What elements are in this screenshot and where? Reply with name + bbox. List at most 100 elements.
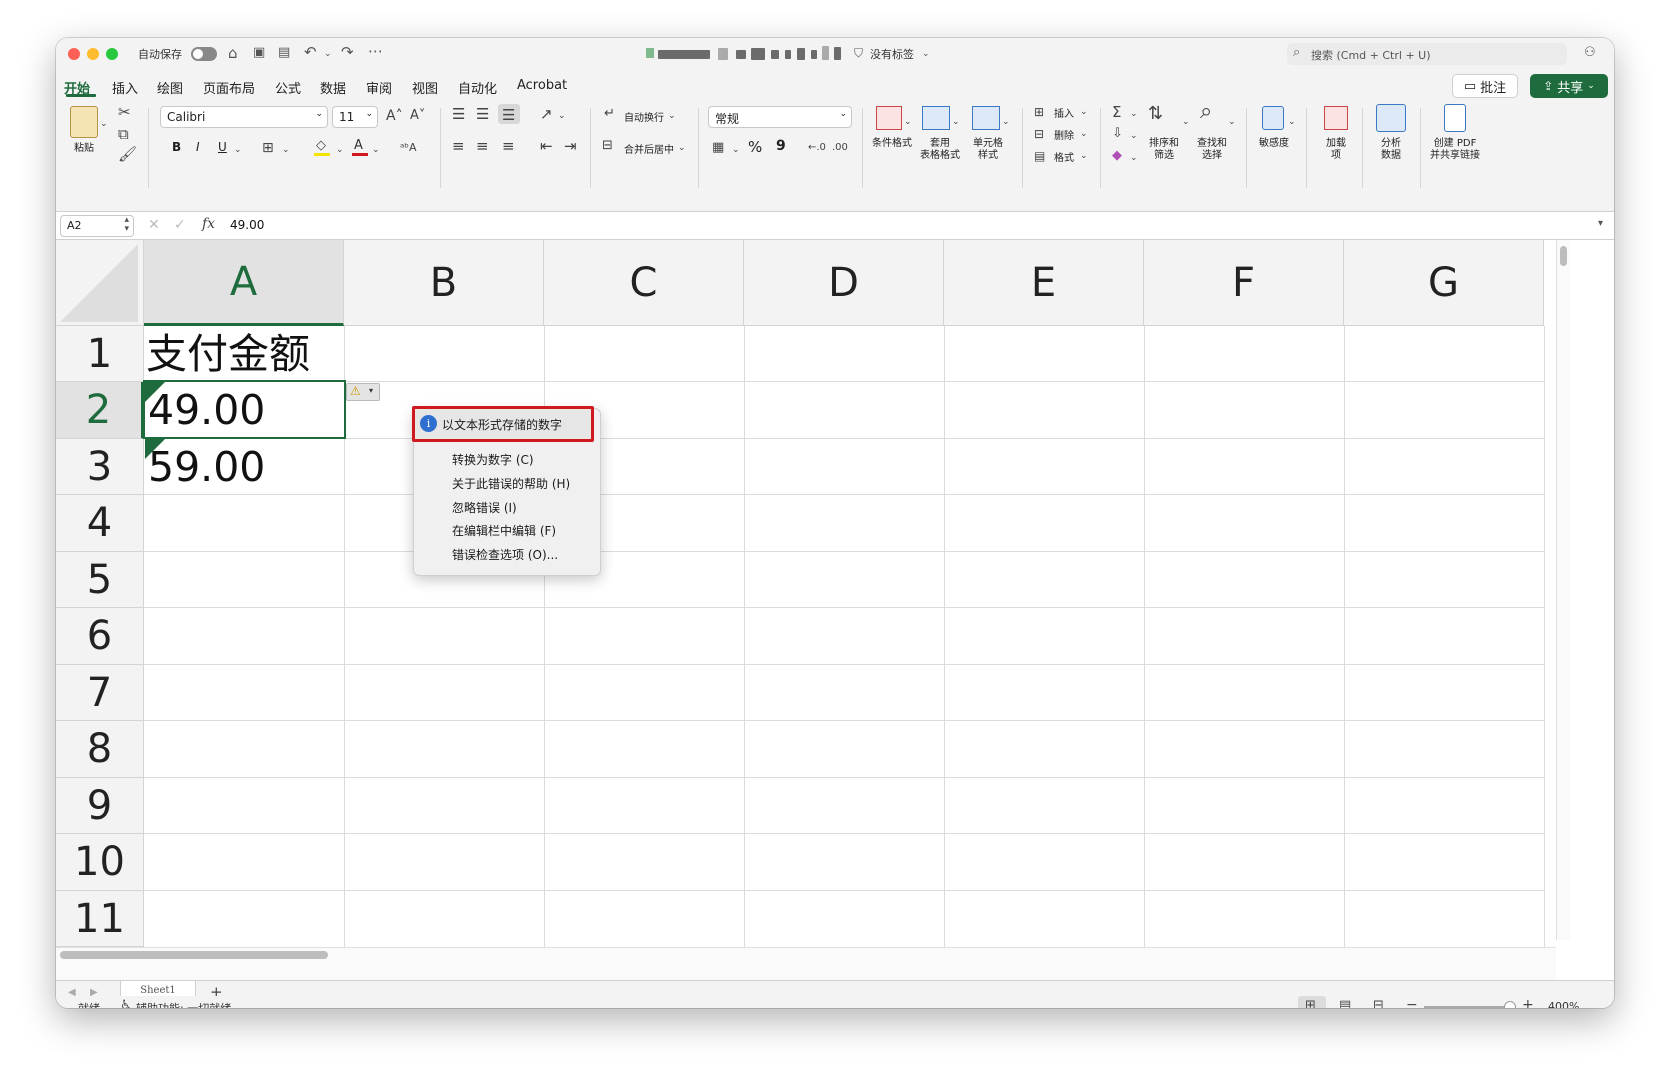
paste-icon[interactable]	[70, 106, 98, 138]
chevron-down-icon[interactable]: ⌄	[1182, 114, 1190, 130]
cancel-icon[interactable]: ✕	[148, 217, 160, 233]
column-header-c[interactable]: C	[544, 240, 744, 326]
convert-to-number-item[interactable]: 转换为数字 (C)	[452, 451, 534, 468]
row-header-5[interactable]: 5	[56, 552, 144, 608]
ignore-error-item[interactable]: 忽略错误 (I)	[452, 499, 517, 516]
chevron-down-icon[interactable]: ⌄	[904, 114, 912, 130]
column-header-a[interactable]: A	[144, 240, 344, 326]
zoom-level[interactable]: 400%	[1548, 1000, 1579, 1008]
minimize-window-button[interactable]	[87, 48, 99, 60]
row-header-10[interactable]: 10	[56, 834, 144, 891]
edit-in-formula-bar-item[interactable]: 在编辑栏中编辑 (F)	[452, 522, 556, 539]
search-input[interactable]: ⌕ 搜索 (Cmd + Ctrl + U)	[1287, 43, 1567, 65]
chevron-down-icon[interactable]: ⌄	[1080, 148, 1088, 164]
chevron-down-icon[interactable]: ⌄	[1130, 106, 1138, 122]
borders-icon[interactable]: ⊞	[262, 140, 274, 156]
home-icon[interactable]: ⌂	[228, 45, 238, 61]
row-header-1[interactable]: 1	[56, 326, 144, 382]
wrap-text-icon[interactable]: ↵	[604, 106, 615, 122]
phonetic-icon[interactable]: ᵃᵇA	[400, 140, 417, 156]
chevron-down-icon[interactable]: ⌄	[100, 116, 108, 132]
cut-icon[interactable]: ✂	[118, 104, 131, 120]
clear-icon[interactable]: ◆	[1112, 148, 1122, 164]
comments-button[interactable]: ▭ 批注	[1452, 74, 1518, 98]
chevron-down-icon[interactable]: ⌄	[558, 108, 566, 124]
formula-input[interactable]: 49.00	[230, 218, 264, 232]
insert-cells-icon[interactable]: ⊞	[1034, 104, 1044, 120]
tab-automate[interactable]: 自动化	[458, 78, 497, 97]
cell-a3[interactable]: 59.00	[148, 437, 265, 497]
column-header-d[interactable]: D	[744, 240, 944, 326]
row-header-4[interactable]: 4	[56, 495, 144, 552]
page-break-view-icon[interactable]: ⊟	[1373, 998, 1384, 1008]
font-color-icon[interactable]: A	[352, 138, 368, 156]
addins-icon[interactable]	[1324, 106, 1348, 130]
orientation-icon[interactable]: ↗	[540, 106, 553, 122]
chevron-down-icon[interactable]: ⌄	[372, 142, 380, 158]
delete-cells-button[interactable]: 删除	[1054, 127, 1074, 142]
align-center-icon[interactable]: ≡	[476, 138, 489, 154]
tab-data[interactable]: 数据	[320, 78, 346, 97]
chevron-down-icon[interactable]: ⌄	[1130, 150, 1138, 166]
merge-center-button[interactable]: 合并后居中	[624, 141, 674, 156]
increase-decimal-icon[interactable]: ←.0	[808, 140, 826, 156]
zoom-slider[interactable]	[1424, 1006, 1514, 1008]
chevron-down-icon[interactable]: ⌄	[952, 114, 960, 130]
undo-dropdown-chevron-icon[interactable]: ⌄	[324, 46, 332, 62]
row-header-8[interactable]: 8	[56, 721, 144, 778]
sensitivity-icon[interactable]	[1262, 106, 1284, 130]
enter-icon[interactable]: ✓	[174, 217, 186, 233]
more-icon[interactable]: ⋯	[368, 43, 383, 59]
insert-cells-button[interactable]: 插入	[1054, 105, 1074, 120]
format-cells-icon[interactable]: ▤	[1034, 148, 1045, 164]
vertical-scrollbar[interactable]	[1556, 240, 1570, 940]
collaborate-icon[interactable]: ⚇	[1584, 45, 1596, 61]
increase-font-icon[interactable]: A˄	[386, 108, 403, 124]
horizontal-scroll-thumb[interactable]	[60, 951, 328, 959]
cell-a1[interactable]: 支付金额	[146, 324, 310, 384]
bold-button[interactable]: B	[172, 140, 181, 154]
zoom-out-button[interactable]: −	[1406, 997, 1418, 1008]
align-bottom-button[interactable]: ☰	[498, 104, 520, 124]
row-header-11[interactable]: 11	[56, 891, 144, 947]
align-middle-icon[interactable]: ☰	[476, 106, 489, 122]
chevron-down-icon[interactable]: ⌄	[1080, 126, 1088, 142]
format-cells-button[interactable]: 格式	[1054, 149, 1074, 164]
decrease-decimal-icon[interactable]: .00	[832, 140, 848, 156]
autosave-toggle[interactable]	[191, 47, 217, 61]
cell-styles-icon[interactable]	[972, 106, 1000, 130]
font-name-select[interactable]: Calibri ⌄	[160, 106, 328, 128]
tab-view[interactable]: 视图	[412, 78, 438, 97]
align-left-icon[interactable]: ≡	[452, 138, 465, 154]
chevron-down-icon[interactable]: ⌄	[678, 140, 686, 156]
create-pdf-icon[interactable]	[1444, 104, 1466, 132]
autosum-icon[interactable]: Σ	[1112, 104, 1121, 120]
tab-draw[interactable]: 绘图	[157, 78, 183, 97]
cell-a2[interactable]: 49.00	[148, 380, 265, 440]
column-header-b[interactable]: B	[344, 240, 544, 326]
align-right-icon[interactable]: ≡	[502, 138, 515, 154]
row-header-6[interactable]: 6	[56, 608, 144, 665]
underline-button[interactable]: U	[218, 140, 227, 154]
merge-center-icon[interactable]: ⊟	[602, 138, 613, 154]
chevron-down-icon[interactable]: ⌄	[922, 46, 930, 62]
save-icon[interactable]: ▣	[253, 45, 265, 61]
find-select-icon[interactable]: ⌕	[1200, 101, 1212, 123]
row-header-3[interactable]: 3	[56, 439, 144, 495]
chevron-down-icon[interactable]: ⌄	[1080, 104, 1088, 120]
fill-color-icon[interactable]: ◇	[314, 138, 330, 156]
expand-formula-icon[interactable]: ▾	[1598, 218, 1603, 229]
zoom-slider-thumb[interactable]	[1504, 1001, 1516, 1008]
decrease-indent-icon[interactable]: ⇤	[540, 138, 553, 154]
accessibility-status[interactable]: 辅助功能: 一切就绪	[136, 1000, 231, 1008]
copy-icon[interactable]: ⧉	[118, 126, 129, 142]
error-help-item[interactable]: 关于此错误的帮助 (H)	[452, 475, 570, 492]
chevron-down-icon[interactable]: ⌄	[282, 142, 290, 158]
percent-button[interactable]: %	[748, 138, 762, 156]
number-format-select[interactable]: 常规 ⌄	[708, 106, 852, 128]
chevron-down-icon[interactable]: ⌄	[732, 142, 740, 158]
column-header-e[interactable]: E	[944, 240, 1144, 326]
italic-button[interactable]: I	[196, 140, 200, 154]
insert-function-button[interactable]: fx	[202, 216, 215, 232]
tab-acrobat[interactable]: Acrobat	[517, 78, 567, 93]
